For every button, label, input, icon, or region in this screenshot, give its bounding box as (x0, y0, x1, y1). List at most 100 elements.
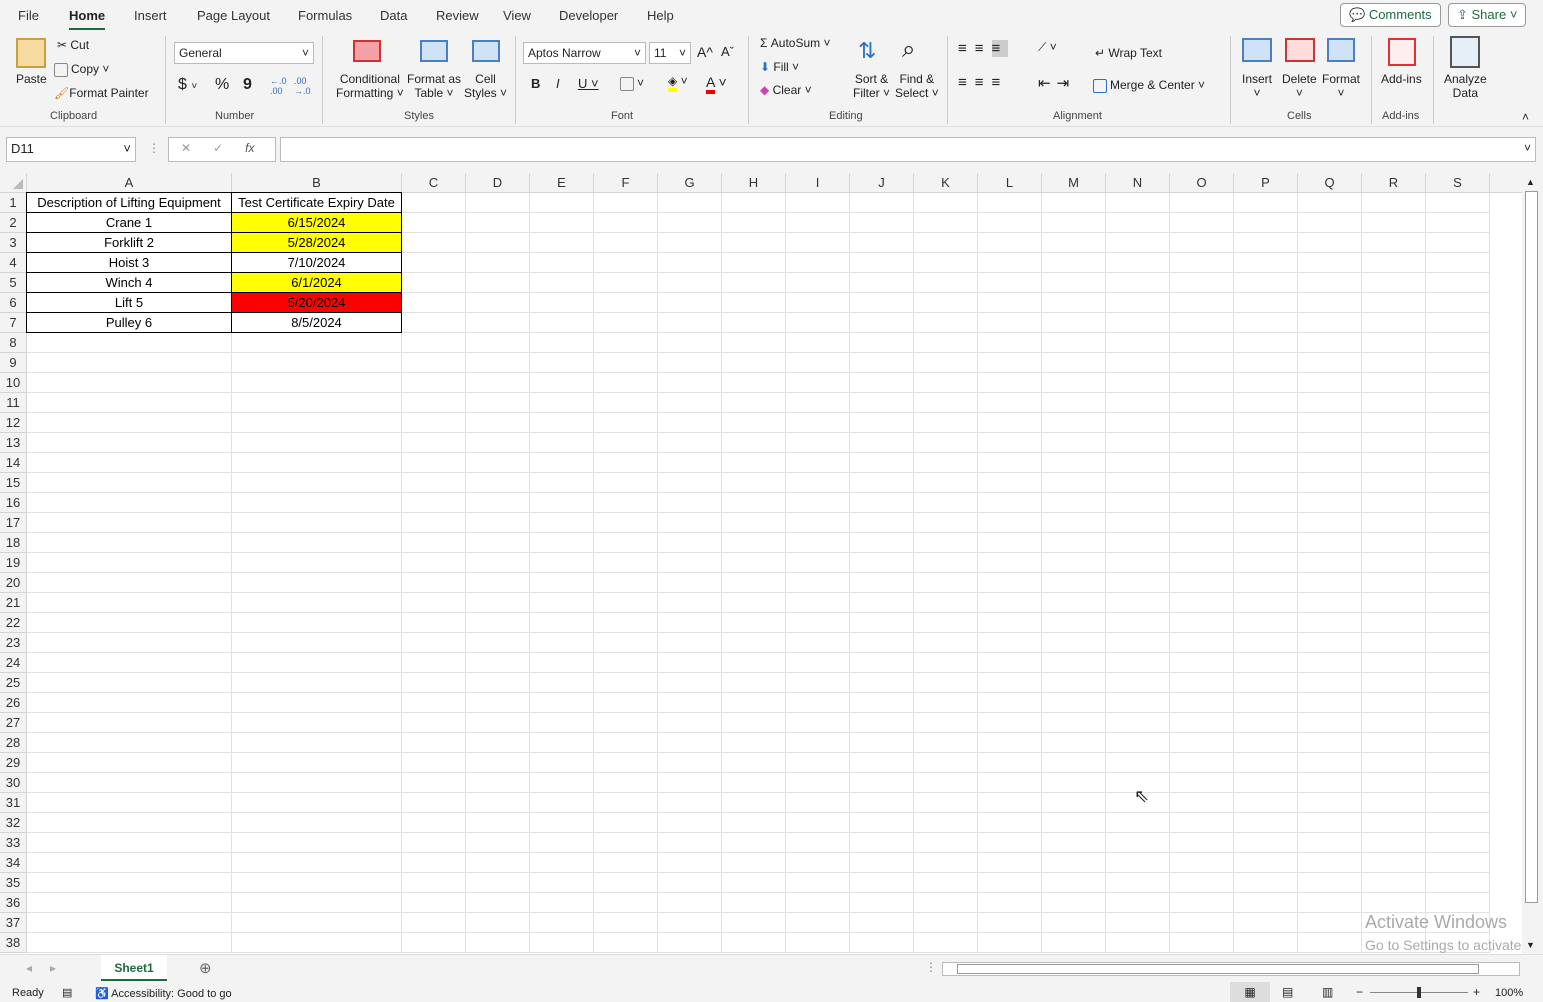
cell[interactable] (530, 493, 594, 513)
cell[interactable] (1042, 413, 1106, 433)
page-break-view-button[interactable]: ▥ (1322, 985, 1333, 999)
cell[interactable] (466, 653, 530, 673)
row-header[interactable]: 9 (0, 353, 27, 373)
cell[interactable] (1298, 313, 1362, 333)
cell[interactable] (786, 793, 850, 813)
cell[interactable] (594, 593, 658, 613)
cell[interactable] (1106, 593, 1170, 613)
column-header-B[interactable]: B (232, 173, 402, 193)
autosum-button[interactable]: Σ AutoSum ˅ (760, 36, 830, 50)
cell[interactable] (1298, 573, 1362, 593)
cell[interactable] (1170, 513, 1234, 533)
cell[interactable] (27, 753, 232, 773)
cell[interactable] (1106, 673, 1170, 693)
cell[interactable] (1362, 673, 1426, 693)
cell[interactable] (1170, 273, 1234, 293)
cell[interactable] (786, 273, 850, 293)
cell[interactable] (1426, 273, 1490, 293)
cell[interactable] (850, 773, 914, 793)
cell[interactable] (722, 713, 786, 733)
cell[interactable] (1426, 413, 1490, 433)
cell[interactable] (594, 373, 658, 393)
cell[interactable] (978, 613, 1042, 633)
cell[interactable] (850, 473, 914, 493)
cell[interactable] (27, 533, 232, 553)
cell[interactable] (530, 293, 594, 313)
cell[interactable] (850, 933, 914, 953)
cell[interactable] (1042, 613, 1106, 633)
cell[interactable] (914, 753, 978, 773)
cell[interactable] (1234, 233, 1298, 253)
row-header[interactable]: 2 (0, 213, 27, 233)
cell[interactable] (232, 633, 402, 653)
cell[interactable] (1298, 433, 1362, 453)
tab-data[interactable]: Data (380, 8, 407, 23)
sort-filter-button[interactable]: Sort & Filter ˅ (853, 72, 890, 100)
cell[interactable] (978, 753, 1042, 773)
cell[interactable] (658, 733, 722, 753)
cell[interactable] (232, 753, 402, 773)
cell[interactable] (1426, 693, 1490, 713)
cell[interactable] (466, 893, 530, 913)
cell[interactable] (1362, 613, 1426, 633)
cell[interactable] (722, 753, 786, 773)
cell[interactable] (786, 673, 850, 693)
cell[interactable] (530, 513, 594, 533)
cell[interactable] (1170, 893, 1234, 913)
cell[interactable] (914, 633, 978, 653)
cell[interactable] (1234, 413, 1298, 433)
cell[interactable] (466, 693, 530, 713)
column-header-R[interactable]: R (1362, 173, 1426, 193)
cell[interactable] (1106, 453, 1170, 473)
cell[interactable] (722, 513, 786, 533)
cell[interactable] (1106, 213, 1170, 233)
fill-color-button[interactable]: ◈ ˅ (668, 74, 688, 92)
cell[interactable] (232, 513, 402, 533)
cell[interactable] (402, 193, 466, 213)
cell[interactable] (978, 293, 1042, 313)
cell[interactable] (232, 433, 402, 453)
cell[interactable] (1426, 873, 1490, 893)
vertical-align-buttons[interactable]: ≡≡≡ (958, 40, 1009, 57)
row-header[interactable]: 14 (0, 453, 27, 473)
cell[interactable] (1042, 273, 1106, 293)
cell[interactable] (1426, 333, 1490, 353)
cell[interactable] (978, 553, 1042, 573)
cell[interactable] (658, 293, 722, 313)
number-format-dropdown[interactable]: General ˅ (174, 42, 314, 64)
cell[interactable] (530, 673, 594, 693)
cell[interactable] (594, 833, 658, 853)
name-box[interactable]: D11 ˅ (6, 137, 136, 162)
cell[interactable] (1170, 393, 1234, 413)
tab-formulas[interactable]: Formulas (298, 8, 352, 23)
cell[interactable] (466, 913, 530, 933)
cell[interactable] (1426, 813, 1490, 833)
row-header[interactable]: 32 (0, 813, 27, 833)
row-header[interactable]: 10 (0, 373, 27, 393)
cell[interactable] (530, 753, 594, 773)
cell[interactable] (402, 273, 466, 293)
increase-decimal-button[interactable]: ←.0 .00 (270, 76, 288, 96)
cell[interactable] (530, 313, 594, 333)
cell[interactable] (466, 753, 530, 773)
cell[interactable] (978, 233, 1042, 253)
cell[interactable] (594, 233, 658, 253)
cell[interactable] (1298, 453, 1362, 473)
cell[interactable] (1106, 433, 1170, 453)
cell[interactable] (722, 433, 786, 453)
cell[interactable] (27, 693, 232, 713)
vertical-scrollbar[interactable]: ▲ ▼ (1522, 173, 1543, 954)
column-header-O[interactable]: O (1170, 173, 1234, 193)
cell[interactable] (466, 393, 530, 413)
cell[interactable] (530, 653, 594, 673)
cell[interactable] (1426, 373, 1490, 393)
grow-font-button[interactable]: A^ (697, 44, 713, 60)
cell[interactable] (27, 613, 232, 633)
cell[interactable] (1362, 353, 1426, 373)
cell[interactable] (658, 253, 722, 273)
cell[interactable] (1234, 213, 1298, 233)
cell[interactable] (1042, 893, 1106, 913)
cell[interactable] (1042, 733, 1106, 753)
cell[interactable] (402, 593, 466, 613)
cell[interactable] (722, 613, 786, 633)
